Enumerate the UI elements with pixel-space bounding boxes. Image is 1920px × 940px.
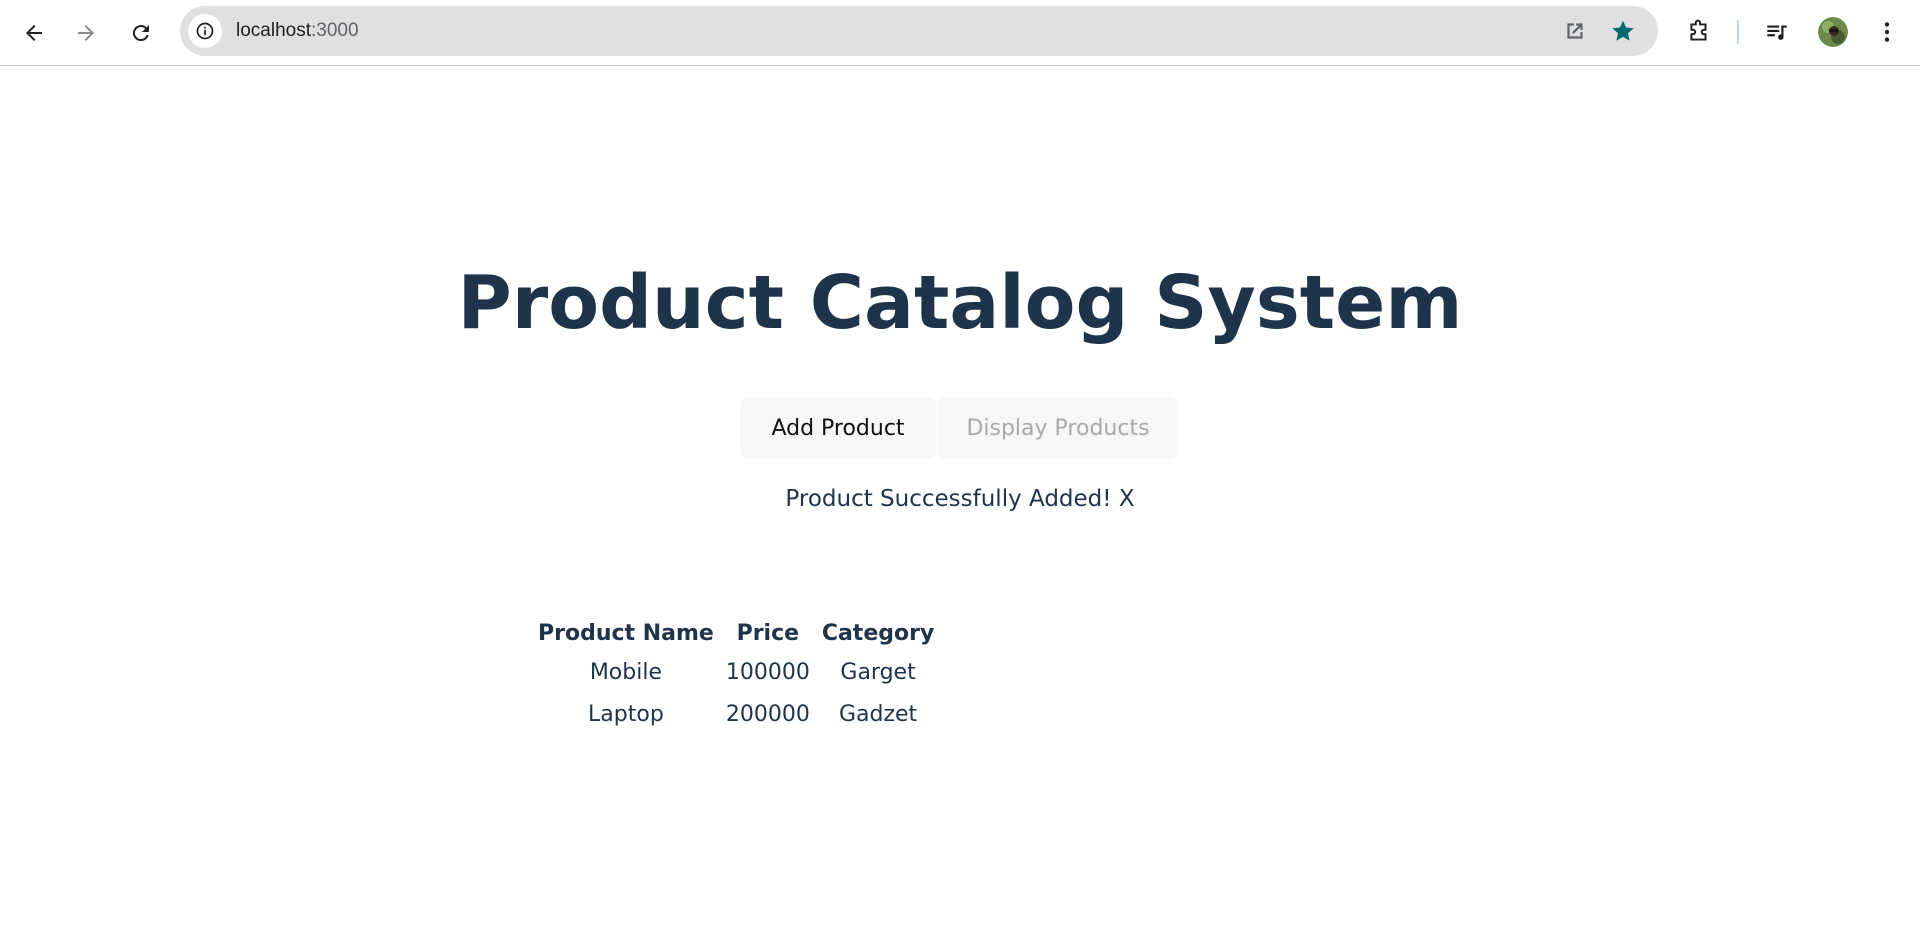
header-category: Category (821, 620, 935, 646)
table-row: Laptop 200000 Gadzet (534, 696, 938, 732)
avatar-image (1818, 17, 1848, 47)
reload-button[interactable] (121, 13, 161, 53)
cell-price: 200000 (725, 701, 810, 727)
arrow-left-icon (26, 25, 42, 41)
puzzle-icon (1690, 19, 1707, 41)
cell-category: Gadzet (838, 701, 918, 727)
media-queue-icon (1767, 25, 1787, 40)
success-message-text: Product Successfully Added! (785, 486, 1112, 512)
success-message: Product Successfully Added! X (0, 486, 1920, 512)
close-message-button[interactable]: X (1119, 486, 1135, 512)
star-icon (1612, 20, 1634, 41)
url-text[interactable]: localhost:3000 (236, 6, 359, 56)
open-in-new-icon (1567, 23, 1583, 39)
add-product-button[interactable]: Add Product (740, 397, 936, 459)
more-vert-icon (1884, 22, 1890, 42)
profile-avatar[interactable] (1818, 17, 1848, 47)
url-host: localhost (236, 20, 311, 41)
address-bar[interactable]: localhost:3000 (180, 6, 1658, 56)
back-button[interactable] (14, 13, 54, 53)
extensions-button[interactable] (1682, 15, 1716, 49)
header-price: Price (736, 620, 800, 646)
table-header-row: Product Name Price Category (534, 618, 938, 648)
info-icon (196, 22, 214, 40)
cell-product-name: Laptop (588, 701, 664, 727)
bookmark-button[interactable] (1610, 18, 1636, 44)
open-in-app-button[interactable] (1562, 18, 1588, 44)
cell-category: Garget (840, 659, 916, 685)
page-title: Product Catalog System (457, 260, 1463, 346)
cell-price: 100000 (725, 659, 810, 685)
forward-button[interactable] (66, 13, 106, 53)
display-products-button[interactable]: Display Products (938, 397, 1178, 459)
header-product-name: Product Name (538, 620, 714, 646)
reload-icon (132, 25, 149, 42)
products-table: Product Name Price Category Mobile 10000… (530, 612, 942, 738)
site-info-button[interactable] (188, 14, 222, 48)
url-port: :3000 (311, 20, 359, 41)
browser-menu-button[interactable] (1870, 15, 1904, 49)
table-row: Mobile 100000 Garget (534, 654, 938, 690)
media-controls-button[interactable] (1760, 15, 1794, 49)
tab-group: Add Product Display Products (740, 397, 1178, 459)
toolbar-divider (1737, 20, 1739, 44)
cell-product-name: Mobile (589, 659, 662, 685)
browser-toolbar: localhost:3000 (0, 0, 1920, 66)
arrow-right-icon (78, 25, 94, 41)
